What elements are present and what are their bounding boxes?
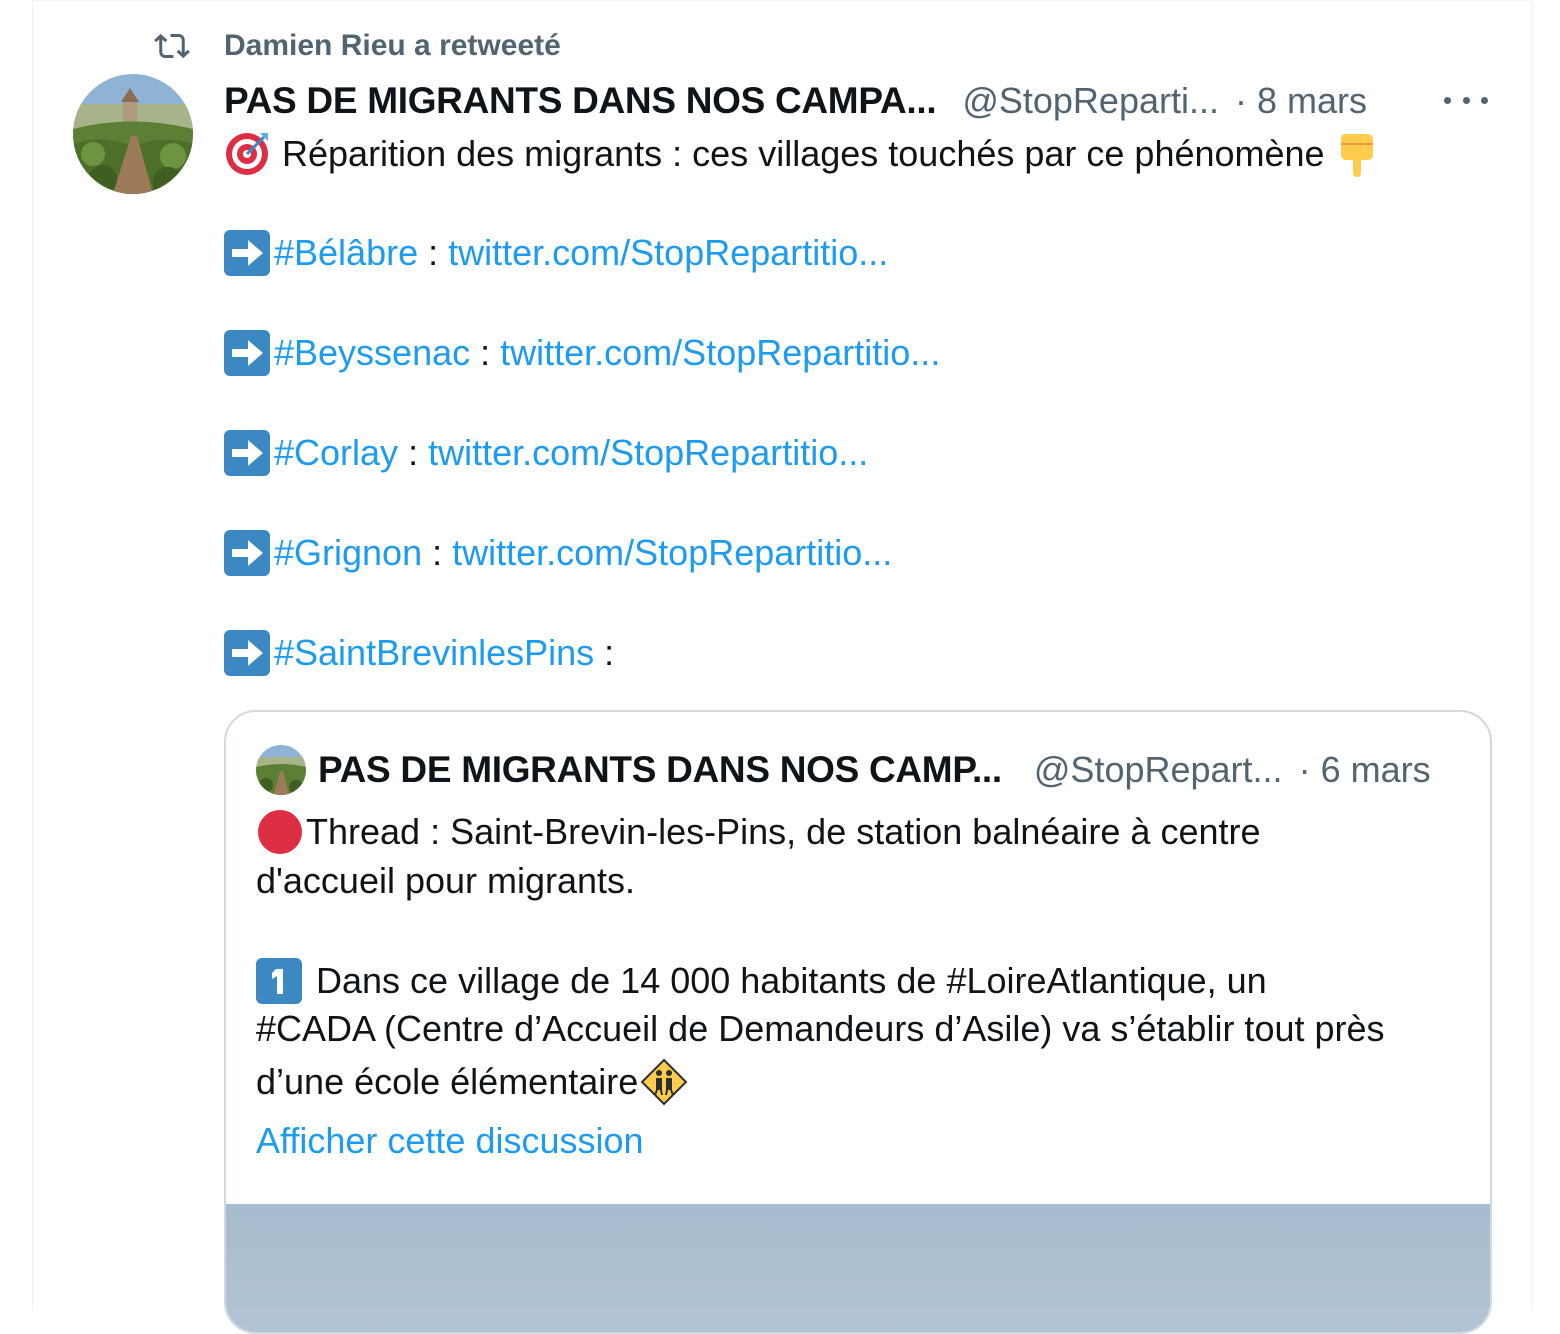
hashtag-link[interactable]: #Corlay xyxy=(274,432,398,474)
right-arrow-icon xyxy=(224,530,270,576)
list-item: #Corlay : twitter.com/StopRepartitio... xyxy=(224,430,868,476)
retweet-label[interactable]: Damien Rieu a retweeté xyxy=(224,29,561,63)
tweet-date[interactable]: 8 mars xyxy=(1257,80,1367,122)
quoted-author-avatar[interactable] xyxy=(256,745,306,795)
quoted-tweet-date[interactable]: 6 mars xyxy=(1321,749,1431,791)
right-arrow-icon xyxy=(224,630,270,676)
quoted-media-image[interactable] xyxy=(226,1204,1490,1332)
pointing-down-icon xyxy=(1340,134,1373,177)
quoted-text-line: Thread : Saint-Brevin-les-Pins, de stati… xyxy=(256,808,1261,856)
quoted-tweet[interactable]: PAS DE MIGRANTS DANS NOS CAMP... @StopRe… xyxy=(224,710,1492,1334)
hashtag-link[interactable]: #Beyssenac xyxy=(274,332,470,374)
quoted-text: d’une école élémentaire xyxy=(256,1061,639,1102)
retweet-context: Damien Rieu a retweeté xyxy=(152,26,561,66)
hashtag-link[interactable]: #Bélâbre xyxy=(274,232,418,274)
quoted-text-line: d’une école élémentaire xyxy=(256,1058,688,1106)
hashtag-link[interactable]: #Grignon xyxy=(274,532,422,574)
separator: : xyxy=(422,532,453,573)
red-circle-icon xyxy=(258,810,302,854)
author-avatar[interactable] xyxy=(73,74,193,194)
retweet-icon xyxy=(154,33,190,59)
hashtag-link[interactable]: #SaintBrevinlesPins xyxy=(274,632,594,674)
quoted-text: Thread : Saint-Brevin-les-Pins, de stati… xyxy=(306,811,1261,852)
separator: : xyxy=(418,232,449,273)
list-item: #SaintBrevinlesPins : xyxy=(224,630,614,676)
keycap-one-icon xyxy=(256,958,302,1004)
tweet-text-line: Réparition des migrants : ces villages t… xyxy=(224,130,1377,178)
right-arrow-icon xyxy=(224,330,270,376)
list-item: #Bélâbre : twitter.com/StopRepartitio... xyxy=(224,230,888,276)
quoted-text: Dans ce village de 14 000 habitants de #… xyxy=(316,960,1267,1001)
list-item: #Beyssenac : twitter.com/StopRepartitio.… xyxy=(224,330,940,376)
url-link[interactable]: twitter.com/StopRepartitio... xyxy=(448,232,888,274)
separator: : xyxy=(398,432,429,473)
separator: : xyxy=(594,632,615,673)
show-thread-link[interactable]: Afficher cette discussion xyxy=(256,1120,644,1162)
tweet-header: PAS DE MIGRANTS DANS NOS CAMPA... @StopR… xyxy=(224,76,1367,126)
right-arrow-icon xyxy=(224,430,270,476)
quoted-text-line: d'accueil pour migrants. xyxy=(256,860,635,902)
more-icon[interactable] xyxy=(1444,86,1488,114)
list-item: #Grignon : twitter.com/StopRepartitio... xyxy=(224,530,892,576)
quoted-text-line: Dans ce village de 14 000 habitants de #… xyxy=(256,958,1267,1004)
separator: : xyxy=(470,332,501,373)
url-link[interactable]: twitter.com/StopRepartitio... xyxy=(452,532,892,574)
separator-dot: · xyxy=(1235,80,1247,121)
quoted-text: d'accueil pour migrants. xyxy=(256,860,636,901)
tweet-text: Réparition des migrants : ces villages t… xyxy=(282,133,1325,174)
author-handle[interactable]: @StopReparti... xyxy=(962,80,1219,122)
right-arrow-icon xyxy=(224,230,270,276)
quoted-author-handle[interactable]: @StopRepart... xyxy=(1034,749,1283,791)
target-icon xyxy=(226,133,268,175)
quoted-text: #CADA (Centre d’Accueil de Demandeurs d’… xyxy=(256,1008,1385,1049)
children-crossing-icon xyxy=(640,1058,688,1106)
author-name[interactable]: PAS DE MIGRANTS DANS NOS CAMPA... xyxy=(224,80,937,122)
quoted-text-line: #CADA (Centre d’Accueil de Demandeurs d’… xyxy=(256,1008,1385,1050)
url-link[interactable]: twitter.com/StopRepartitio... xyxy=(428,432,868,474)
quoted-tweet-header: PAS DE MIGRANTS DANS NOS CAMP... @StopRe… xyxy=(256,742,1431,798)
separator-dot: · xyxy=(1298,749,1311,790)
quoted-author-name[interactable]: PAS DE MIGRANTS DANS NOS CAMP... xyxy=(318,749,1002,791)
url-link[interactable]: twitter.com/StopRepartitio... xyxy=(500,332,940,374)
